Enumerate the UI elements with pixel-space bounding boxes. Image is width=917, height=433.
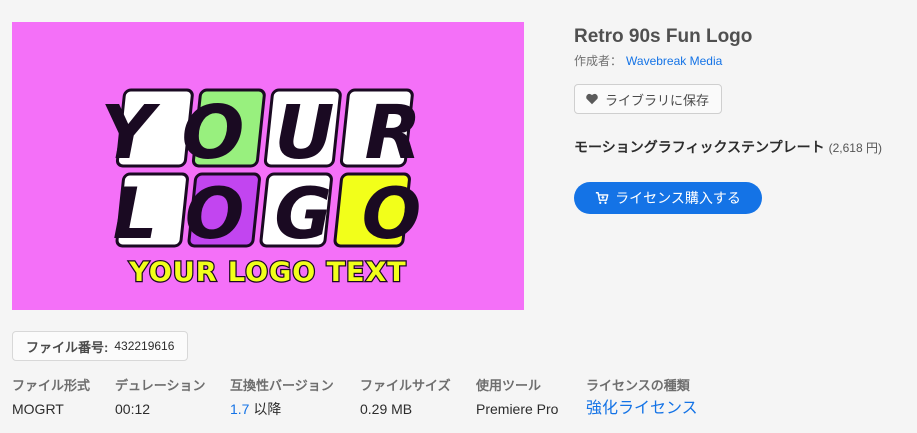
file-id-label: ファイル番号: bbox=[26, 339, 109, 355]
product-price: (2,618 円) bbox=[828, 141, 882, 155]
meta-value: 1.7 以降 bbox=[230, 398, 334, 420]
meta-key: 使用ツール bbox=[476, 378, 542, 393]
logo-line-2: LOGO bbox=[113, 173, 452, 255]
meta-duration: デュレーション 00:12 bbox=[115, 377, 205, 420]
product-type: モーショングラフィックステンプレート (2,618 円) bbox=[574, 137, 882, 157]
asset-info-panel: Retro 90s Fun Logo 作成者： Wavebreak Media ラ… bbox=[574, 24, 904, 214]
file-id-value: 432219616 bbox=[114, 339, 175, 353]
meta-file-format: ファイル形式 MOGRT bbox=[12, 377, 90, 420]
product-type-label: モーショングラフィックステンプレート bbox=[574, 139, 825, 155]
meta-tool: 使用ツール Premiere Pro bbox=[476, 377, 558, 420]
meta-value: 0.29 MB bbox=[360, 401, 413, 417]
meta-key: ライセンスの種類 bbox=[586, 378, 690, 393]
meta-value: Premiere Pro bbox=[476, 401, 559, 417]
meta-license-type: ライセンスの種類 強化ライセンス bbox=[586, 377, 698, 420]
retro-logo-artwork: YOUR LOGO YOUR LOGO TEXT bbox=[12, 22, 524, 310]
meta-key: ファイル形式 bbox=[12, 378, 91, 393]
compat-version-link[interactable]: 1.7 bbox=[230, 401, 249, 417]
meta-file-size: ファイルサイズ 0.29 MB bbox=[360, 377, 451, 420]
file-id-chip[interactable]: ファイル番号: 432219616 bbox=[12, 331, 189, 361]
template-preview-image[interactable]: YOUR LOGO YOUR LOGO TEXT bbox=[12, 22, 524, 310]
asset-title: Retro 90s Fun Logo bbox=[574, 26, 753, 47]
meta-key: ファイルサイズ bbox=[360, 378, 451, 393]
meta-value: 00:12 bbox=[115, 401, 151, 417]
save-button-label: ライブラリに保存 bbox=[605, 92, 710, 108]
heart-icon bbox=[586, 93, 598, 105]
buy-license-button[interactable]: ライセンス購入する bbox=[574, 182, 762, 214]
logo-tagline: YOUR LOGO TEXT bbox=[128, 257, 406, 288]
author-link[interactable]: Wavebreak Media bbox=[626, 54, 722, 68]
author-row: 作成者： Wavebreak Media bbox=[574, 52, 904, 70]
license-type-link[interactable]: 強化ライセンス bbox=[586, 398, 698, 420]
logo-line-1: YOUR bbox=[101, 90, 452, 176]
meta-key: 互換性バージョン bbox=[230, 378, 334, 393]
meta-value: MOGRT bbox=[12, 401, 64, 417]
meta-key: デュレーション bbox=[115, 378, 206, 393]
cart-icon bbox=[596, 192, 609, 204]
buy-button-label: ライセンス購入する bbox=[615, 190, 741, 206]
meta-compatibility: 互換性バージョン 1.7 以降 bbox=[230, 377, 334, 420]
compat-suffix: 以降 bbox=[249, 401, 282, 417]
author-label: 作成者： bbox=[574, 54, 623, 68]
save-to-library-button[interactable]: ライブラリに保存 bbox=[574, 84, 723, 114]
